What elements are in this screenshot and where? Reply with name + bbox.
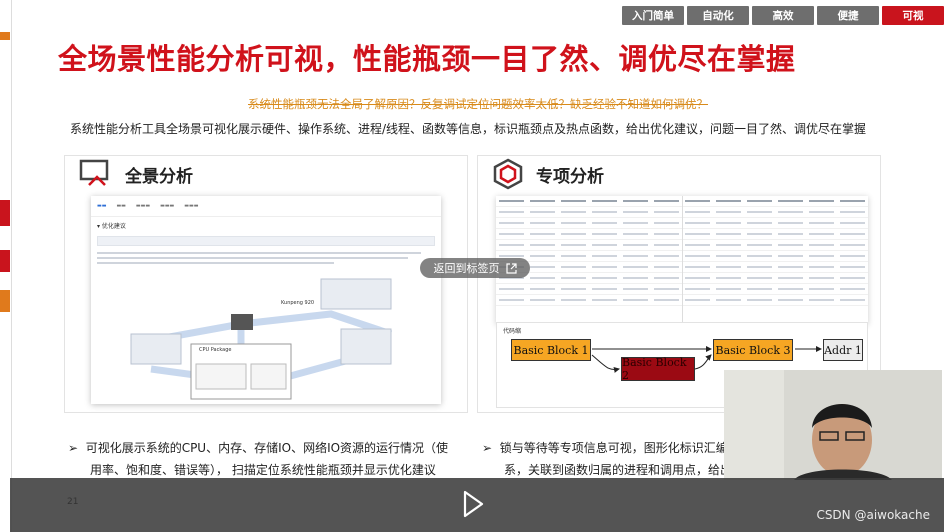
- panel-header: 全景分析: [79, 156, 193, 192]
- basic-block-1: Basic Block 1: [511, 339, 591, 361]
- slide-top-nav: 入门简单 自动化 高效 便捷 可视: [622, 6, 944, 25]
- play-icon[interactable]: [458, 486, 488, 522]
- function-table-screenshot: [496, 196, 868, 324]
- external-link-icon: [505, 262, 517, 274]
- orange-logo-fragment: [0, 32, 10, 40]
- kunpeng-label: Kunpeng 920: [281, 300, 315, 306]
- basic-block-2: Basic Block 2: [621, 356, 695, 382]
- tab-automation[interactable]: 自动化: [687, 6, 749, 25]
- return-to-tab-label: 返回到标签页: [433, 262, 500, 275]
- hardware-topology-diagram: [130, 278, 393, 400]
- slide-title: 全场景性能分析可视，性能瓶颈一目了然、调优尽在掌握: [58, 42, 796, 76]
- video-player: 入门简单 自动化 高效 便捷 可视 全场景性能分析可视，性能瓶颈一目了然、调优尽…: [0, 0, 944, 532]
- addr-1: Addr 1: [823, 339, 863, 361]
- panorama-screenshot: ▬▬ ▬▬ ▬▬▬ ▬▬▬ ▬▬▬ ▾ 优化建议 CPU Package Kun…: [91, 196, 441, 404]
- slide-description: 系统性能分析工具全场景可视化展示硬件、操作系统、进程/线程、函数等信息，标识瓶颈…: [70, 122, 867, 136]
- bullet-left-line1: ➢ 可视化展示系统的CPU、内存、存储IO、网络IO资源的运行情况（使: [68, 441, 449, 455]
- page-number: 21: [67, 497, 79, 507]
- orange-fragment: [0, 290, 10, 312]
- csdn-watermark: CSDN @aiwokache: [816, 508, 930, 522]
- red-fragment: [0, 250, 10, 272]
- panel-title: 全景分析: [125, 166, 193, 187]
- bullet-right-line1: ➢ 锁与等待等专项信息可视，图形化标识汇编: [482, 441, 728, 455]
- tab-convenient[interactable]: 便捷: [817, 6, 879, 25]
- player-controls: CSDN @aiwokache: [10, 478, 944, 532]
- panorama-icon: [79, 159, 109, 186]
- webcam-overlay: [724, 370, 942, 480]
- tab-efficient[interactable]: 高效: [752, 6, 814, 25]
- red-fragment: [0, 200, 10, 226]
- panel-title: 专项分析: [536, 166, 604, 187]
- presenter-video: [724, 370, 942, 480]
- panel-header: 专项分析: [492, 156, 604, 192]
- tab-easy[interactable]: 入门简单: [622, 6, 684, 25]
- cpu-package-label: CPU Package: [199, 347, 232, 353]
- basic-block-3: Basic Block 3: [713, 339, 793, 361]
- return-to-tab-tooltip[interactable]: 返回到标签页: [420, 258, 530, 278]
- mock-tabs: ▬▬ ▬▬ ▬▬▬ ▬▬▬ ▬▬▬: [91, 196, 441, 217]
- tab-visual[interactable]: 可视: [882, 6, 944, 25]
- background-page-edge: [0, 0, 12, 532]
- mock-bar: [97, 236, 435, 246]
- special-analysis-icon: [493, 158, 523, 190]
- mock-section-title: ▾ 优化建议: [97, 223, 126, 230]
- panorama-analysis-panel: 全景分析 ▬▬ ▬▬ ▬▬▬ ▬▬▬ ▬▬▬ ▾ 优化建议 CPU Packag…: [64, 155, 468, 413]
- mock-text-lines: [97, 252, 435, 264]
- slide-subtitle: 系统性能瓶颈无法全局了解原因？反复调试定位问题效率太低？缺乏经验不知道如何调优？: [248, 97, 708, 111]
